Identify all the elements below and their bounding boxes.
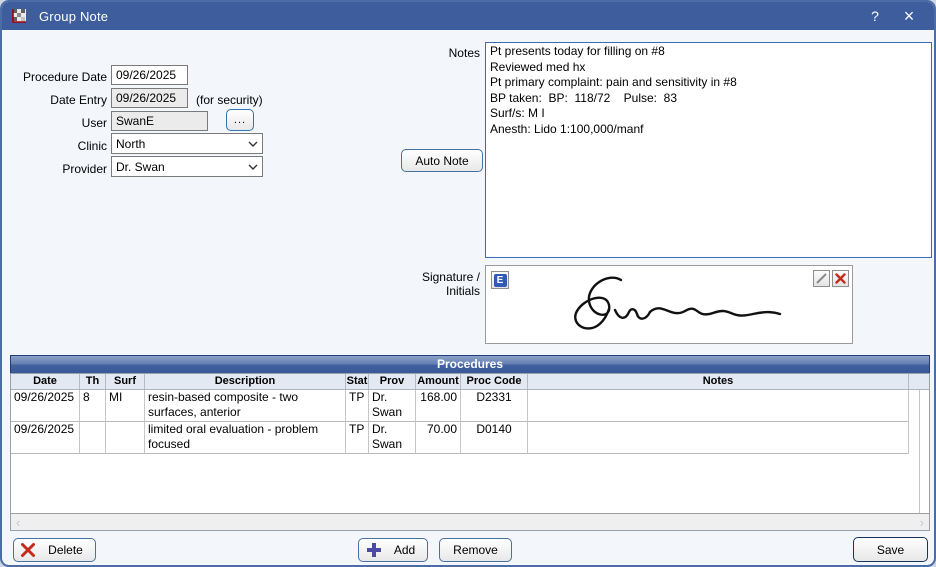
- pencil-icon: [816, 273, 827, 284]
- remove-button[interactable]: Remove: [439, 538, 512, 562]
- cell-surf: MI: [106, 390, 145, 422]
- x-icon: [835, 273, 846, 284]
- column-header-th: Th: [80, 374, 106, 389]
- cell-proc-code: D2331: [461, 390, 528, 422]
- signature-image: [486, 266, 852, 343]
- delete-button[interactable]: Delete: [13, 538, 96, 562]
- provider-value: Dr. Swan: [116, 160, 248, 174]
- horizontal-scrollbar[interactable]: ‹ ›: [11, 513, 929, 530]
- cell-stat: TP: [346, 422, 369, 454]
- column-header-notes: Notes: [528, 374, 909, 389]
- column-header-stat: Stat: [346, 374, 369, 389]
- e-signature-button[interactable]: E: [491, 271, 509, 289]
- titlebar: Group Note ? ×: [2, 2, 934, 30]
- procedure-date-input[interactable]: 09/26/2025: [111, 65, 188, 85]
- procedures-title: Procedures: [10, 355, 930, 373]
- window-title: Group Note: [39, 9, 108, 24]
- browse-users-button[interactable]: ...: [226, 109, 254, 131]
- column-header-proc-code: Proc Code: [461, 374, 528, 389]
- table-row[interactable]: 09/26/2025 8 MI resin-based composite - …: [11, 390, 929, 422]
- group-note-window: Group Note ? × Procedure Date 09/26/2025…: [0, 0, 936, 567]
- table-row[interactable]: 09/26/2025 limited oral evaluation - pro…: [11, 422, 929, 454]
- cell-notes: [528, 390, 909, 422]
- scroll-right-button[interactable]: ›: [920, 515, 924, 530]
- procedures-body: 09/26/2025 8 MI resin-based composite - …: [11, 390, 929, 513]
- help-button[interactable]: ?: [858, 2, 892, 30]
- procedure-date-label: Procedure Date: [2, 70, 107, 84]
- signature-box[interactable]: E: [485, 265, 853, 344]
- column-header-amount: Amount: [416, 374, 461, 389]
- provider-select[interactable]: Dr. Swan: [111, 156, 263, 177]
- notes-textarea[interactable]: Pt presents today for filling on #8 Revi…: [485, 42, 932, 258]
- auto-note-button[interactable]: Auto Note: [401, 149, 483, 172]
- delete-button-label: Delete: [36, 543, 95, 557]
- cell-proc-code: D0140: [461, 422, 528, 454]
- add-button[interactable]: Add: [358, 538, 428, 562]
- grid-icon: [12, 9, 27, 23]
- close-button[interactable]: ×: [892, 2, 926, 30]
- plus-icon: [366, 542, 382, 558]
- add-button-label: Add: [382, 543, 427, 557]
- chevron-down-icon: [248, 164, 258, 170]
- column-header-prov: Prov: [369, 374, 416, 389]
- signature-label-line2: Initials: [382, 284, 480, 298]
- cell-th: [80, 422, 106, 454]
- notes-label: Notes: [402, 46, 480, 60]
- scroll-left-button[interactable]: ‹: [16, 515, 20, 530]
- delete-x-icon: [20, 542, 36, 558]
- user-label: User: [2, 116, 107, 130]
- clear-signature-button[interactable]: [832, 270, 849, 287]
- procedures-panel: Procedures Date Th Surf Description Stat…: [10, 355, 930, 531]
- date-entry-input[interactable]: 09/26/2025: [111, 88, 188, 108]
- cell-stat: TP: [346, 390, 369, 422]
- cell-notes: [528, 422, 909, 454]
- chevron-down-icon: [248, 141, 258, 147]
- cell-date: 09/26/2025: [11, 390, 80, 422]
- clinic-select[interactable]: North: [111, 133, 263, 154]
- cell-description: limited oral evaluation - problem focuse…: [145, 422, 346, 454]
- date-entry-label: Date Entry: [2, 93, 107, 107]
- column-header-spacer: [909, 374, 929, 389]
- column-header-surf: Surf: [106, 374, 145, 389]
- clinic-value: North: [116, 137, 248, 151]
- clinic-label: Clinic: [2, 139, 107, 153]
- save-button[interactable]: Save: [853, 537, 928, 562]
- cell-prov: Dr. Swan: [369, 390, 416, 422]
- cell-th: 8: [80, 390, 106, 422]
- cell-surf: [106, 422, 145, 454]
- security-hint: (for security): [196, 93, 306, 107]
- cell-date: 09/26/2025: [11, 422, 80, 454]
- column-header-description: Description: [145, 374, 346, 389]
- user-input[interactable]: SwanE: [111, 111, 208, 131]
- cell-prov: Dr. Swan: [369, 422, 416, 454]
- provider-label: Provider: [2, 162, 107, 176]
- cell-amount: 70.00: [416, 422, 461, 454]
- edit-signature-button[interactable]: [813, 270, 830, 287]
- vertical-scrollbar-track[interactable]: [919, 390, 929, 513]
- procedures-header: Date Th Surf Description Stat Prov Amoun…: [11, 374, 929, 390]
- cell-amount: 168.00: [416, 390, 461, 422]
- column-header-date: Date: [11, 374, 80, 389]
- signature-label-line1: Signature /: [382, 270, 480, 284]
- e-signature-icon: E: [494, 274, 507, 287]
- cell-description: resin-based composite - two surfaces, an…: [145, 390, 346, 422]
